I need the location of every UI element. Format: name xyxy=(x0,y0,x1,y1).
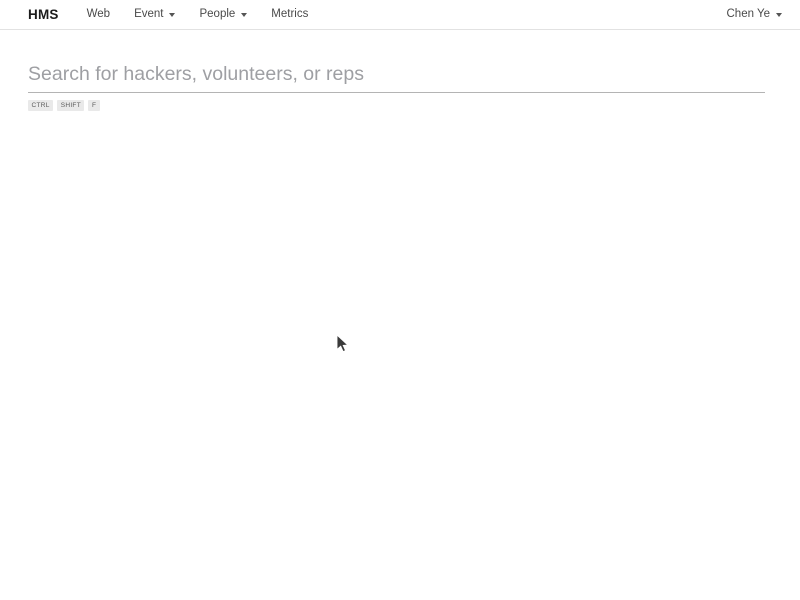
keyboard-shortcut-hint: CTRL SHIFT F xyxy=(28,100,765,112)
key-badge-ctrl: CTRL xyxy=(28,100,54,112)
search-results-empty-area xyxy=(0,120,800,600)
nav-item-event[interactable]: Event xyxy=(134,7,176,21)
nav-item-people-label: People xyxy=(199,7,236,20)
nav-item-metrics-label: Metrics xyxy=(271,7,309,20)
search-section: CTRL SHIFT F xyxy=(28,62,765,112)
nav-right-group: Chen Ye xyxy=(726,7,782,21)
chevron-down-icon xyxy=(169,12,176,17)
nav-item-web[interactable]: Web xyxy=(86,7,111,21)
nav-item-people[interactable]: People xyxy=(199,7,248,21)
nav-item-metrics[interactable]: Metrics xyxy=(271,7,309,21)
user-account-name: Chen Ye xyxy=(726,7,771,20)
search-underline xyxy=(28,92,765,94)
chevron-down-icon xyxy=(776,12,782,17)
nav-item-event-label: Event xyxy=(134,7,164,20)
user-account-menu[interactable]: Chen Ye xyxy=(726,7,782,21)
brand-logo-hms[interactable]: HMS xyxy=(28,8,59,22)
key-badge-f: F xyxy=(88,100,100,112)
key-badge-shift: SHIFT xyxy=(57,100,85,112)
top-navigation-bar: HMS Web Event People Metrics Chen Ye xyxy=(0,0,800,30)
search-input[interactable] xyxy=(28,62,765,93)
nav-left-group: HMS Web Event People Metrics xyxy=(28,8,308,22)
chevron-down-icon xyxy=(241,12,248,17)
nav-item-web-label: Web xyxy=(86,7,111,20)
application-window: HMS Web Event People Metrics Chen Ye Sea… xyxy=(0,0,800,600)
